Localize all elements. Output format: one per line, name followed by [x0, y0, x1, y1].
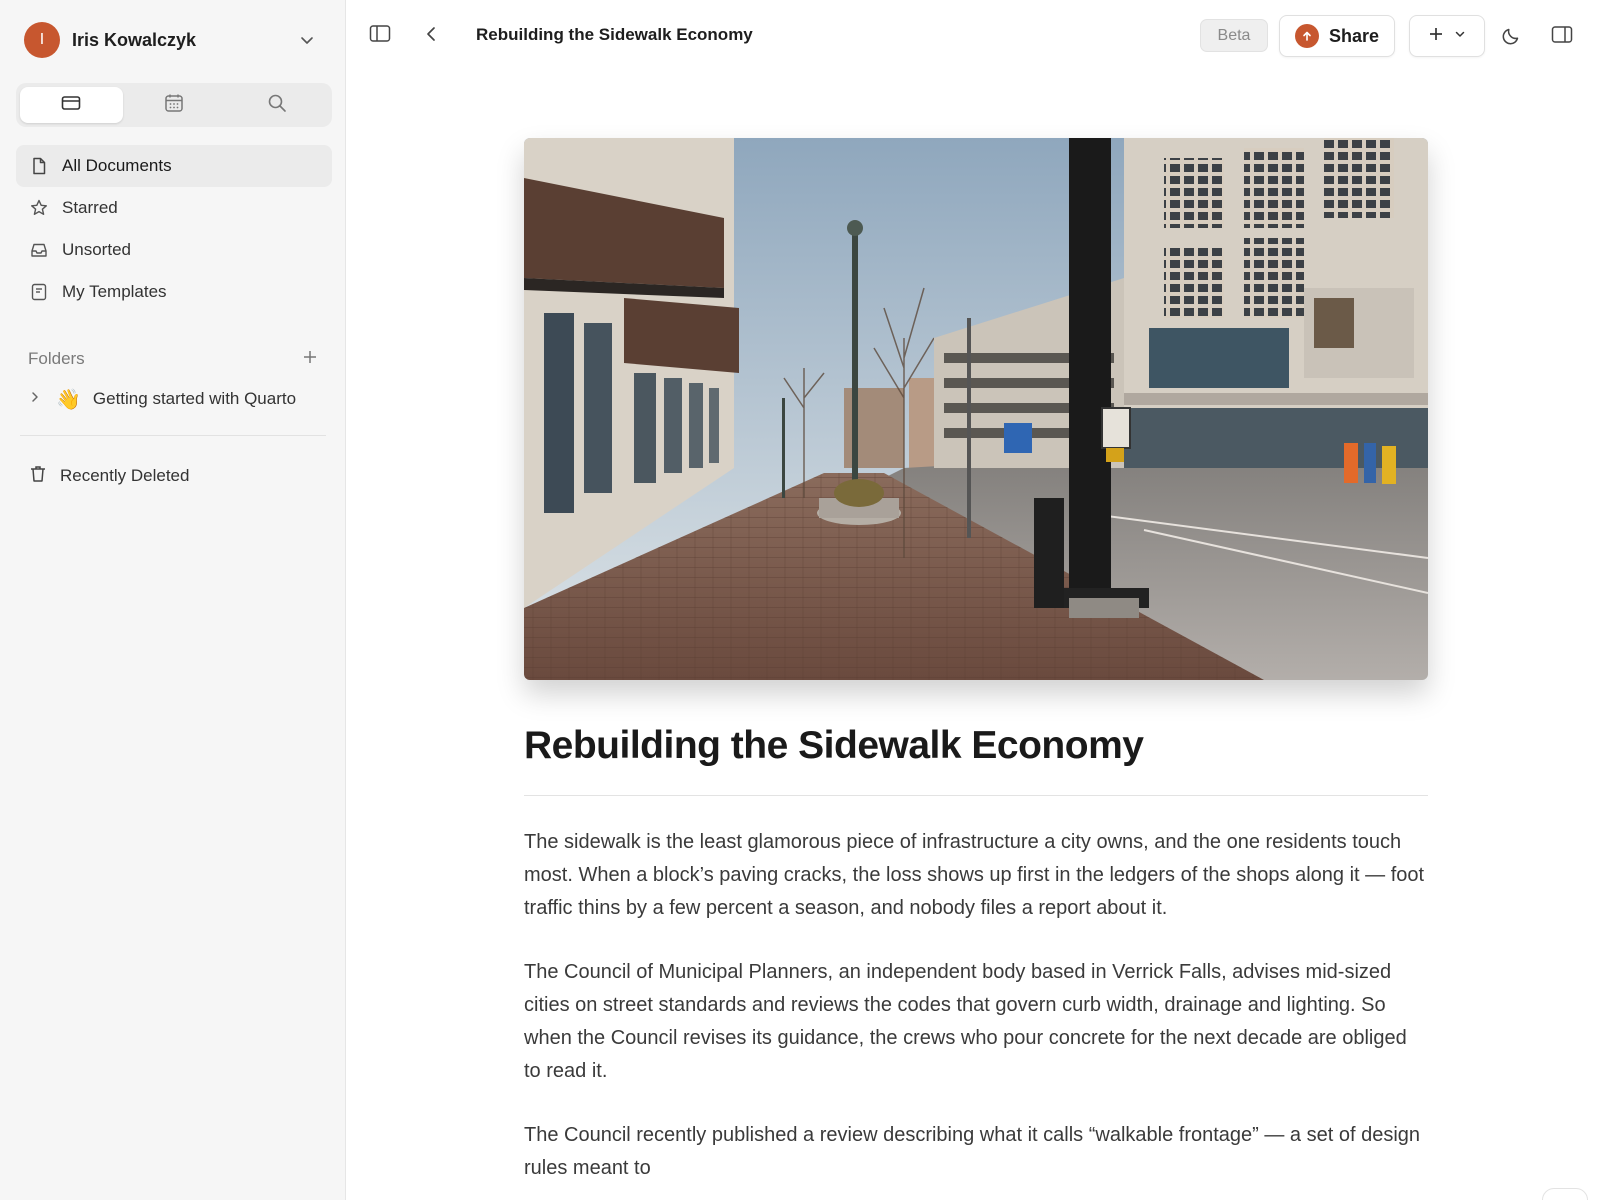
chevron-right-icon[interactable] [28, 390, 42, 409]
calendar-icon [163, 92, 185, 119]
inbox-icon [28, 239, 50, 261]
account-switcher[interactable]: I Iris Kowalczyk [24, 22, 324, 58]
top-toolbar: Rebuilding the Sidewalk Economy Beta Sha… [346, 0, 1600, 74]
sidebar-right-icon [1551, 25, 1573, 50]
sidebar-nav: All Documents Starred Unsorted My Templa… [16, 145, 332, 313]
sidebar-item-unsorted[interactable]: Unsorted [16, 229, 332, 271]
chevron-left-icon [423, 25, 441, 48]
add-menu-button[interactable] [1409, 15, 1485, 57]
paragraph[interactable]: The Council of Municipal Planners, an in… [524, 956, 1428, 1088]
share-upload-icon [1294, 24, 1319, 48]
folders-header: Folders [28, 347, 318, 371]
document-body[interactable]: The sidewalk is the least glamorous piec… [524, 826, 1428, 1200]
dark-mode-toggle[interactable] [1499, 24, 1525, 50]
paragraph[interactable]: The Council recently published a review … [524, 1119, 1428, 1185]
sidebar-divider [20, 435, 326, 436]
sidebar-item-label: Unsorted [62, 240, 131, 259]
template-icon [28, 281, 50, 303]
sidebar-view-switcher [16, 83, 332, 127]
document-icon [28, 155, 50, 177]
tab-search[interactable] [225, 87, 328, 123]
sidebar-item-recently-deleted[interactable]: Recently Deleted [28, 463, 328, 489]
moon-icon [1501, 24, 1523, 51]
sidebar-item-all-documents[interactable]: All Documents [16, 145, 332, 187]
cards-icon [60, 92, 82, 119]
plus-icon [1428, 26, 1444, 47]
search-icon [266, 92, 288, 119]
title-divider [524, 795, 1428, 796]
hero-image-street-sidewalk [524, 138, 1428, 680]
star-icon [28, 197, 50, 219]
document-editor: Rebuilding the Sidewalk Economy The side… [346, 74, 1600, 1200]
sidebar: I Iris Kowalczyk All Documents Starred U… [0, 0, 346, 1200]
sidebar-item-my-templates[interactable]: My Templates [16, 271, 332, 313]
sidebar-item-label: My Templates [62, 282, 167, 301]
chevron-down-icon [298, 31, 316, 54]
share-button[interactable]: Share [1279, 15, 1395, 57]
trash-icon [28, 464, 48, 489]
tab-calendar[interactable] [123, 87, 226, 123]
sidebar-item-label: Starred [62, 198, 118, 217]
add-folder-icon[interactable] [302, 349, 318, 370]
share-label: Share [1328, 25, 1380, 46]
sidebar-item-starred[interactable]: Starred [16, 187, 332, 229]
account-name: Iris Kowalczyk [72, 29, 197, 50]
floating-button-edge[interactable] [1542, 1188, 1588, 1200]
folders-label: Folders [28, 349, 85, 368]
beta-badge: Beta [1200, 19, 1268, 52]
toggle-inspector-button[interactable] [1549, 24, 1575, 50]
sidebar-left-icon [369, 24, 391, 49]
sidebar-item-label: Recently Deleted [60, 466, 190, 485]
toolbar-document-title: Rebuilding the Sidewalk Economy [476, 25, 753, 44]
back-button[interactable] [420, 24, 444, 48]
folder-item[interactable]: 👋 Getting started with Quarto [28, 384, 328, 414]
paragraph[interactable]: The sidewalk is the least glamorous piec… [524, 826, 1428, 925]
tab-cards[interactable] [20, 87, 123, 123]
sidebar-item-label: All Documents [62, 156, 172, 175]
waving-hand-icon: 👋 [56, 388, 81, 411]
folder-label: Getting started with Quarto [92, 389, 297, 408]
avatar: I [24, 22, 60, 58]
chevron-down-icon [1454, 27, 1466, 45]
document-title[interactable]: Rebuilding the Sidewalk Economy [524, 724, 1428, 768]
toggle-sidebar-button[interactable] [368, 24, 392, 48]
